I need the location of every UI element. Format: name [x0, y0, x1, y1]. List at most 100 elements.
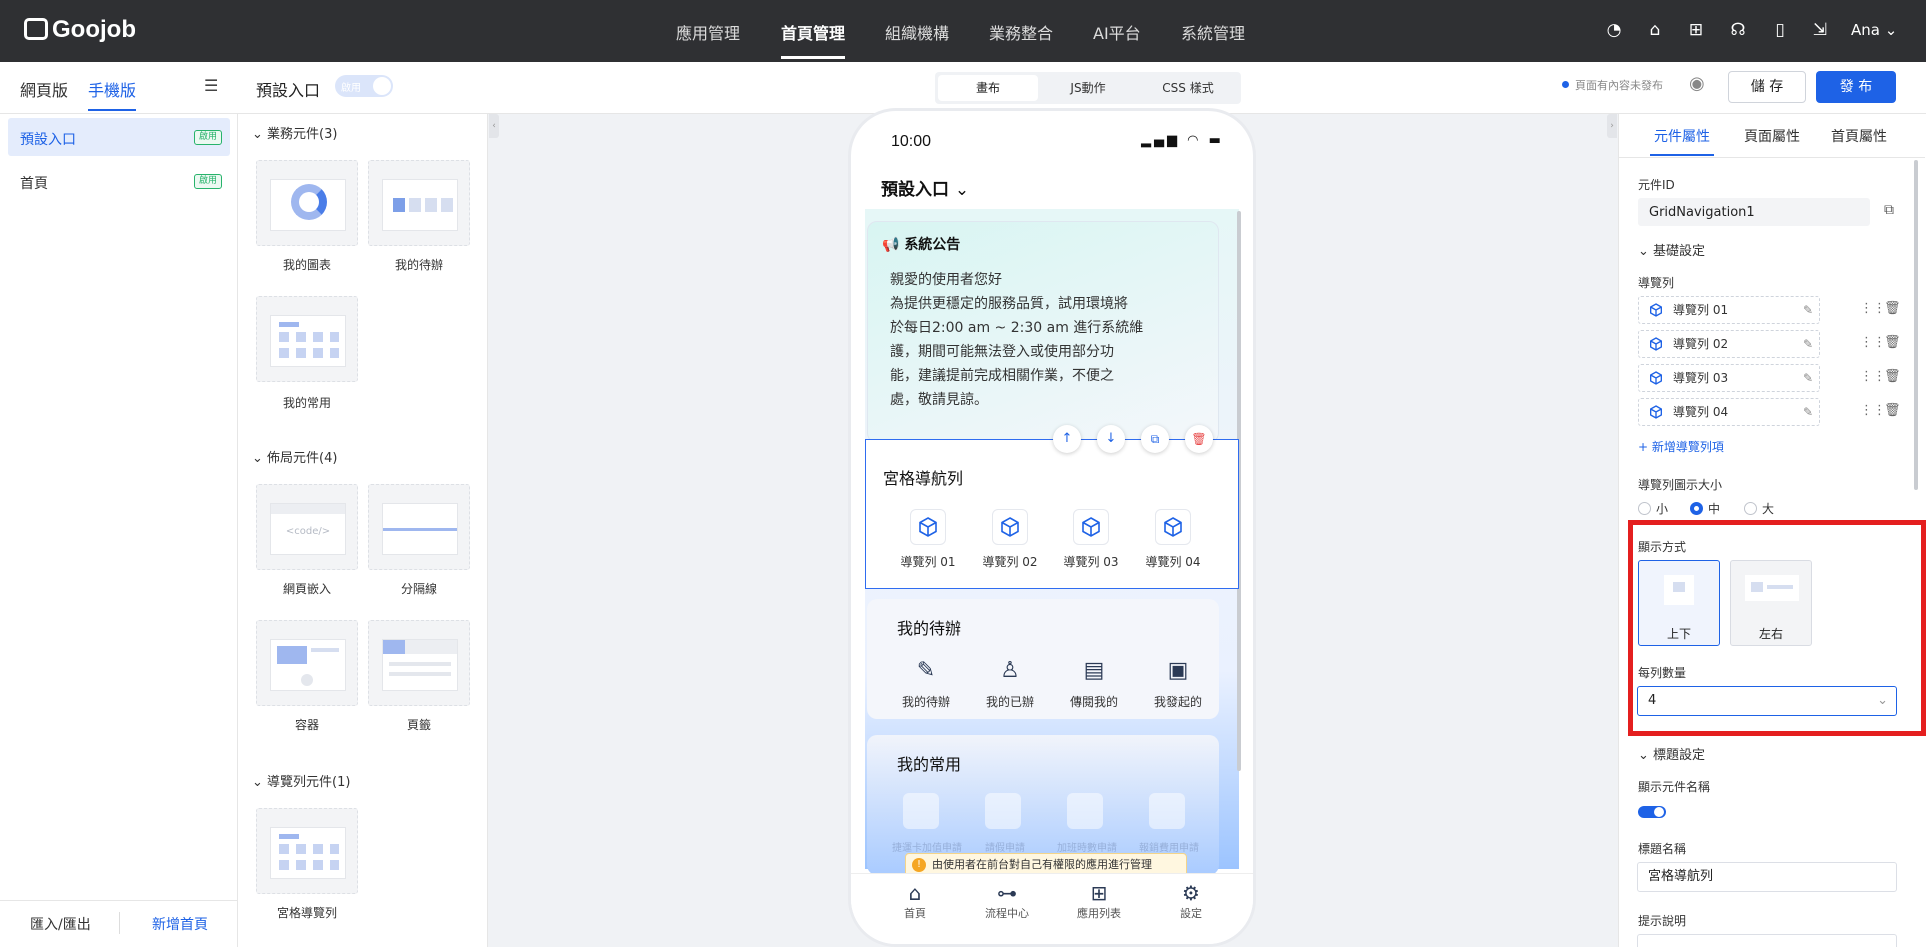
entry-selector[interactable]: 預設入口 ⌄: [881, 175, 969, 200]
component-divider[interactable]: [368, 484, 470, 570]
section-layout[interactable]: ⌄ 佈局元件(4): [252, 447, 337, 466]
tab-page-props[interactable]: 頁面屬性: [1744, 126, 1800, 146]
edit-icon[interactable]: ✎: [1803, 399, 1813, 425]
icon-size-medium[interactable]: 中: [1690, 500, 1720, 517]
navlist-item[interactable]: 導覽列 04 ✎: [1638, 398, 1820, 426]
tab-web[interactable]: 網頁版: [20, 77, 68, 101]
home-icon[interactable]: ⌂: [1645, 20, 1665, 40]
tab-apps[interactable]: ⊞ 應用列表: [1069, 881, 1129, 921]
nav-system-management[interactable]: 系統管理: [1181, 20, 1245, 44]
view-css[interactable]: CSS 樣式: [1138, 75, 1238, 101]
tab-workflow[interactable]: ⊶ 流程中心: [977, 881, 1037, 921]
tab-home[interactable]: ⌂ 首頁: [885, 881, 945, 921]
edit-icon[interactable]: ✎: [1803, 331, 1813, 357]
show-name-label: 顯示元件名稱: [1638, 780, 1711, 794]
trash-icon[interactable]: 🗑: [1884, 369, 1901, 384]
navlist-item[interactable]: 導覽列 03 ✎: [1638, 364, 1820, 392]
component-my-common[interactable]: [256, 296, 358, 382]
grid-icon[interactable]: ⊞: [1686, 20, 1706, 40]
export-icon[interactable]: ⇲: [1810, 20, 1830, 40]
grid-nav-item[interactable]: 導覽列 04: [1140, 509, 1206, 570]
display-option-vertical[interactable]: 上下: [1638, 560, 1720, 646]
add-navlist-item-button[interactable]: + 新增導覽列項: [1638, 438, 1724, 455]
show-name-toggle[interactable]: [1638, 806, 1666, 818]
nav-organization[interactable]: 組織機構: [885, 20, 949, 44]
save-button[interactable]: 儲 存: [1728, 71, 1806, 103]
edit-icon[interactable]: ✎: [1803, 365, 1813, 391]
component-web-embed[interactable]: <code/>: [256, 484, 358, 570]
trash-icon[interactable]: 🗑: [1884, 403, 1901, 418]
support-icon[interactable]: ☊: [1728, 20, 1748, 40]
grid-nav-item[interactable]: 導覽列 03: [1058, 509, 1124, 570]
enable-toggle[interactable]: 啟用: [335, 75, 393, 97]
move-up-icon[interactable]: ↑: [1053, 425, 1081, 453]
icon-size-small[interactable]: 小: [1638, 500, 1668, 517]
view-canvas[interactable]: 畫布: [938, 75, 1038, 101]
display-option-horizontal[interactable]: 左右: [1730, 560, 1812, 646]
section-nav[interactable]: ⌄ 導覽列元件(1): [252, 771, 350, 790]
grid-nav-item[interactable]: 導覽列 01: [895, 509, 961, 570]
icon-size-large[interactable]: 大: [1744, 500, 1774, 517]
trash-icon[interactable]: 🗑: [1884, 335, 1901, 350]
collapse-left-handle[interactable]: ‹: [489, 114, 499, 138]
tab-home-props[interactable]: 首頁屬性: [1831, 126, 1887, 146]
tab-component-props[interactable]: 元件屬性: [1654, 126, 1710, 146]
preview-eye-icon[interactable]: ◉: [1689, 73, 1705, 94]
publish-button[interactable]: 發 布: [1816, 71, 1896, 103]
title-settings-header[interactable]: ⌄ 標題設定: [1638, 744, 1705, 763]
cube-icon: [1650, 303, 1662, 317]
edit-icon[interactable]: ✎: [1803, 297, 1813, 323]
section-business[interactable]: ⌄ 業務元件(3): [252, 123, 337, 142]
add-home-button[interactable]: 新增首頁: [152, 914, 208, 934]
todo-item[interactable]: ▤ 傳閱我的: [1059, 657, 1129, 710]
drag-handle-icon[interactable]: ⋮⋮: [1860, 335, 1886, 350]
component-container[interactable]: [256, 620, 358, 706]
drag-handle-icon[interactable]: ⋮⋮: [1860, 369, 1886, 384]
view-js[interactable]: JS動作: [1038, 75, 1138, 101]
nav-ai-platform[interactable]: AI平台: [1093, 20, 1141, 44]
nav-business-integration[interactable]: 業務整合: [989, 20, 1053, 44]
nav-home-management[interactable]: 首頁管理: [781, 20, 845, 44]
notice-card[interactable]: 📢 系統公告 親愛的使用者您好 為提供更穩定的服務品質，試用環境將 於每日2:0…: [867, 221, 1219, 443]
preview-block: [393, 198, 405, 212]
todo-item[interactable]: ▣ 我發起的: [1143, 657, 1213, 710]
component-my-chart[interactable]: [256, 160, 358, 246]
logo[interactable]: Goojob: [24, 16, 136, 44]
drag-handle-icon[interactable]: ⋮⋮: [1860, 301, 1886, 316]
list-item-home[interactable]: 首頁 啟用: [8, 162, 230, 200]
drag-handle-icon[interactable]: ⋮⋮: [1860, 403, 1886, 418]
grid-nav-item[interactable]: 導覽列 02: [977, 509, 1043, 570]
todo-item[interactable]: ✎ 我的待辦: [891, 657, 961, 710]
component-tabs[interactable]: [368, 620, 470, 706]
navlist-item[interactable]: 導覽列 01 ✎: [1638, 296, 1820, 324]
list-item-default-entry[interactable]: 預設入口 啟用: [8, 118, 230, 156]
nav-app-management[interactable]: 應用管理: [676, 20, 740, 44]
tab-settings[interactable]: ⚙ 設定: [1161, 881, 1221, 921]
collapse-right-handle[interactable]: ›: [1607, 114, 1617, 138]
todo-item[interactable]: ♙ 我的已辦: [975, 657, 1045, 710]
theme-icon[interactable]: ◔: [1604, 20, 1624, 40]
component-grid-nav[interactable]: [256, 808, 358, 894]
gear-icon: ⚙: [1182, 881, 1200, 905]
todo-title: 我的待辦: [897, 619, 962, 638]
title-name-input[interactable]: 宮格導航列: [1637, 862, 1897, 892]
hint-input[interactable]: [1637, 934, 1897, 947]
tab-mobile[interactable]: 手機版: [88, 77, 136, 101]
user-menu[interactable]: Ana ⌄: [1851, 21, 1897, 39]
document-icon[interactable]: ▯: [1770, 20, 1790, 40]
navlist-item[interactable]: 導覽列 02 ✎: [1638, 330, 1820, 358]
cube-icon: [1155, 509, 1191, 545]
cube-icon: [1073, 509, 1109, 545]
import-export-button[interactable]: 匯入/匯出: [30, 914, 91, 934]
per-row-select[interactable]: 4 ⌄: [1637, 686, 1897, 716]
basic-settings-header[interactable]: ⌄ 基礎設定: [1638, 240, 1705, 259]
grid-nav-label: 導覽列 04: [1145, 555, 1201, 569]
component-my-todo[interactable]: [368, 160, 470, 246]
copy-icon[interactable]: ⧉: [1884, 202, 1894, 218]
copy-icon[interactable]: ⧉: [1141, 425, 1169, 453]
trash-icon[interactable]: 🗑: [1884, 301, 1901, 316]
move-down-icon[interactable]: ↓: [1097, 425, 1125, 453]
delete-icon[interactable]: 🗑: [1185, 425, 1213, 453]
collapse-menu-icon[interactable]: ☰: [204, 76, 218, 95]
props-scrollbar[interactable]: [1914, 160, 1918, 490]
